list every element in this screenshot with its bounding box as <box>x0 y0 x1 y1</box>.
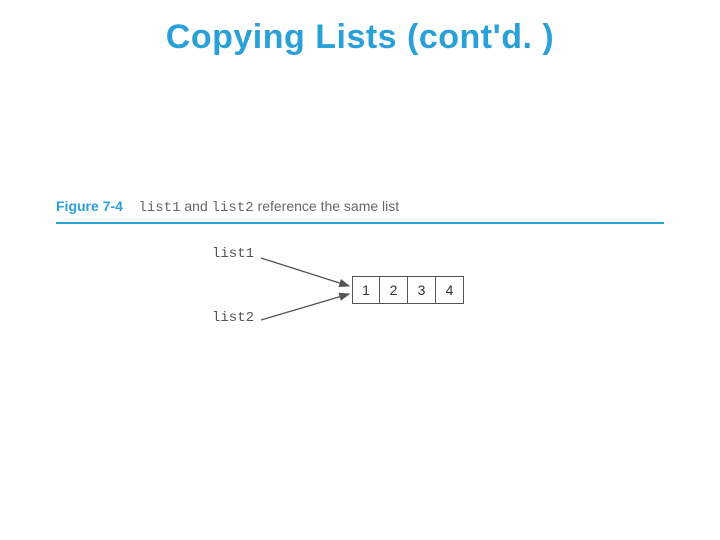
list-cells: 1 2 3 4 <box>352 276 464 304</box>
figure-number: Figure 7-4 <box>56 198 123 214</box>
list-cell: 1 <box>352 276 380 304</box>
list-cell: 2 <box>380 276 408 304</box>
slide: Copying Lists (cont'd. ) Figure 7-4 list… <box>0 0 720 540</box>
figure-rest: reference the same list <box>258 198 400 214</box>
figure-rule <box>56 222 664 224</box>
reference-diagram: list1 list2 1 2 3 4 <box>56 246 664 366</box>
figure-var2: list2 <box>212 200 254 216</box>
figure-joiner: and <box>184 198 211 214</box>
figure-var1: list1 <box>138 200 180 216</box>
reference-arrows <box>56 246 356 346</box>
figure-caption: Figure 7-4 list1 and list2 reference the… <box>56 198 664 216</box>
slide-title: Copying Lists (cont'd. ) <box>0 18 720 57</box>
figure-block: Figure 7-4 list1 and list2 reference the… <box>56 198 664 366</box>
arrow-list1-icon <box>261 258 349 286</box>
arrow-list2-icon <box>261 294 349 320</box>
list-cell: 4 <box>436 276 464 304</box>
list-cell: 3 <box>408 276 436 304</box>
